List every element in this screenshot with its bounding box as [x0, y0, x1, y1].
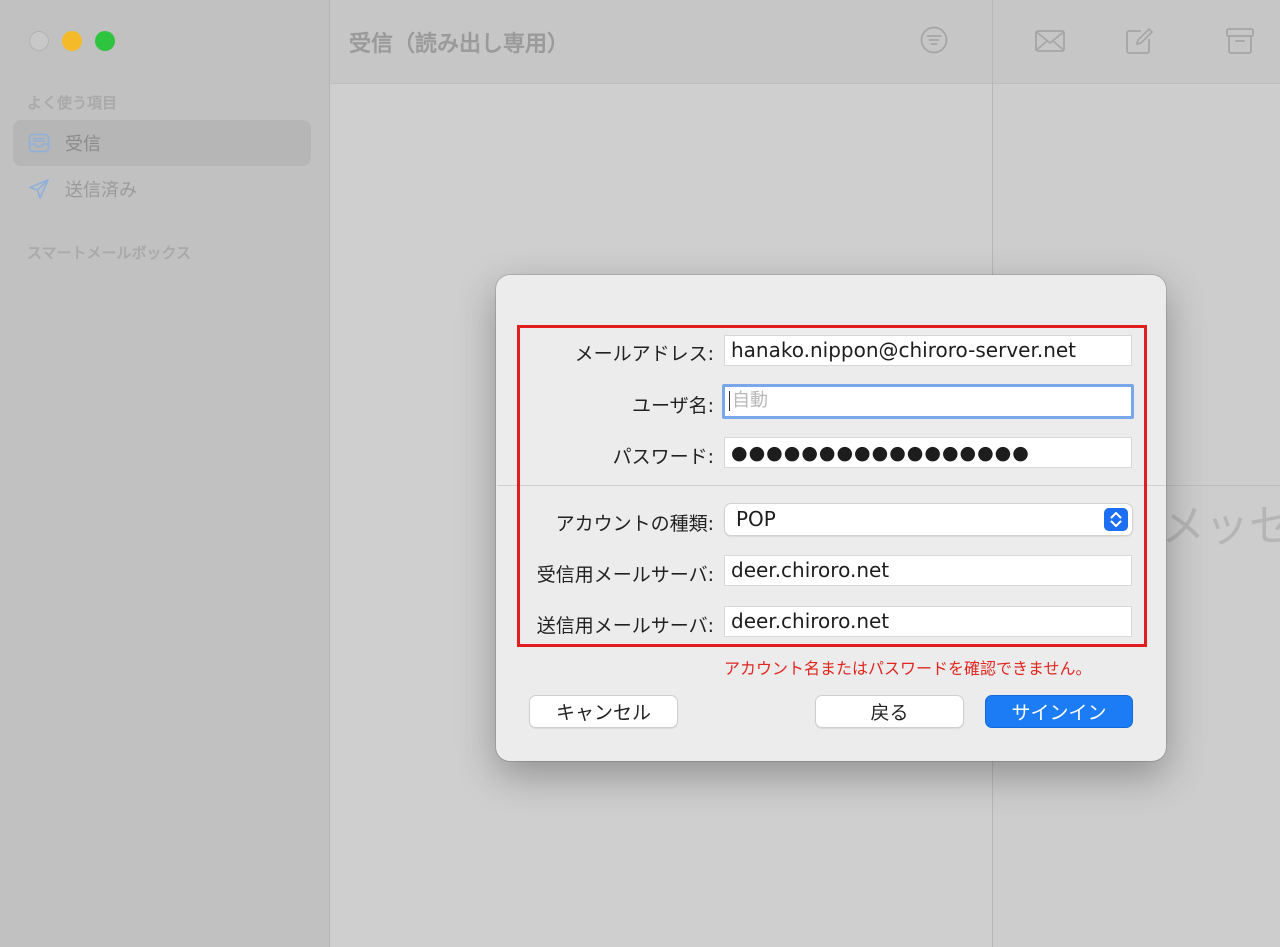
back-button[interactable]: 戻る	[815, 695, 964, 728]
sign-in-button[interactable]: サインイン	[985, 695, 1133, 728]
sidebar-section-smart-mailboxes: スマートメールボックス	[27, 244, 192, 262]
close-window-button[interactable]	[29, 31, 49, 51]
sidebar-section-favorites: よく使う項目	[27, 94, 118, 112]
error-message: アカウント名またはパスワードを確認できません。	[724, 659, 1092, 678]
sidebar-item-label: 送信済み	[65, 180, 137, 201]
minimize-window-button[interactable]	[62, 31, 82, 51]
highlight-annotation-box	[517, 325, 1147, 647]
no-message-placeholder: メッセ	[1161, 501, 1280, 552]
message-list-header: 受信（読み出し専用）	[330, 0, 992, 84]
toolbar	[993, 0, 1280, 84]
filter-icon[interactable]	[919, 25, 949, 55]
inbox-icon	[28, 133, 50, 153]
paper-plane-icon	[29, 179, 49, 199]
mailbox-title: 受信（読み出し専用）	[349, 32, 570, 57]
sidebar-item-sent[interactable]: 送信済み	[13, 166, 311, 212]
sidebar-item-label: 受信	[65, 134, 101, 155]
cancel-button[interactable]: キャンセル	[529, 695, 678, 728]
compose-icon[interactable]	[1123, 26, 1155, 56]
sidebar-item-inbox[interactable]: 受信	[13, 120, 311, 166]
archive-icon[interactable]	[1224, 26, 1256, 56]
sidebar: よく使う項目 受信 送信済み スマートメールボックス	[0, 0, 330, 947]
envelope-icon[interactable]	[1034, 26, 1066, 56]
zoom-window-button[interactable]	[95, 31, 115, 51]
